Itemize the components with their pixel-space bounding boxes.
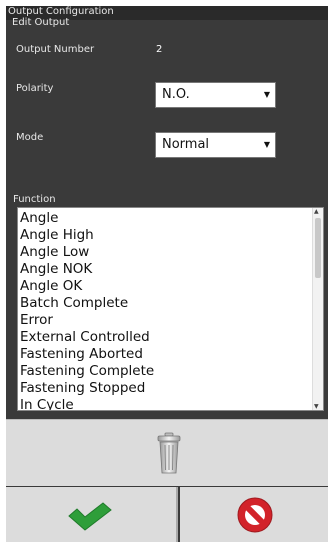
section-title: Edit Output — [12, 17, 70, 28]
polarity-selected-value: N.O. — [162, 87, 190, 102]
confirm-button[interactable] — [6, 487, 178, 542]
function-list: Angle Angle High Angle Low Angle NOK Ang… — [20, 210, 311, 410]
scroll-up-arrow-icon[interactable]: ▲ — [314, 208, 319, 215]
mode-selected-value: Normal — [162, 137, 210, 152]
list-item[interactable]: Fastening Aborted — [20, 346, 311, 363]
output-configuration-screen: Output Configuration Edit Output Output … — [6, 6, 328, 542]
scrollbar-thumb[interactable] — [315, 218, 321, 278]
cancel-icon — [237, 497, 273, 533]
list-item[interactable]: Angle Low — [20, 244, 311, 261]
cancel-button[interactable] — [180, 487, 328, 542]
list-scrollbar[interactable]: ▲ ▼ — [312, 208, 323, 410]
list-item[interactable]: In Cycle — [20, 397, 311, 410]
list-item[interactable]: Fastening Complete — [20, 363, 311, 380]
output-number-label: Output Number — [16, 44, 95, 55]
delete-button[interactable] — [6, 419, 328, 486]
list-item[interactable]: Batch Complete — [20, 295, 311, 312]
dropdown-arrow-icon: ▼ — [263, 140, 270, 149]
function-label: Function — [13, 194, 56, 205]
list-item[interactable]: Fastening Stopped — [20, 380, 311, 397]
list-item[interactable]: Angle OK — [20, 278, 311, 295]
checkmark-icon — [68, 502, 112, 531]
list-item[interactable]: Angle High — [20, 227, 311, 244]
function-listbox[interactable]: Angle Angle High Angle Low Angle NOK Ang… — [17, 207, 324, 411]
dropdown-arrow-icon: ▼ — [263, 90, 270, 99]
list-item[interactable]: External Controlled — [20, 329, 311, 346]
trash-icon — [157, 432, 181, 474]
scroll-down-arrow-icon[interactable]: ▼ — [314, 403, 319, 410]
list-item[interactable]: Angle NOK — [20, 261, 311, 278]
window-title: Output Configuration — [8, 6, 114, 17]
mode-label: Mode — [16, 132, 44, 143]
polarity-select[interactable]: N.O. ▼ — [155, 82, 276, 108]
list-item[interactable]: Error — [20, 312, 311, 329]
polarity-label: Polarity — [16, 83, 54, 94]
output-number-value: 2 — [156, 44, 163, 55]
list-item[interactable]: Angle — [20, 210, 311, 227]
mode-select[interactable]: Normal ▼ — [155, 132, 276, 158]
